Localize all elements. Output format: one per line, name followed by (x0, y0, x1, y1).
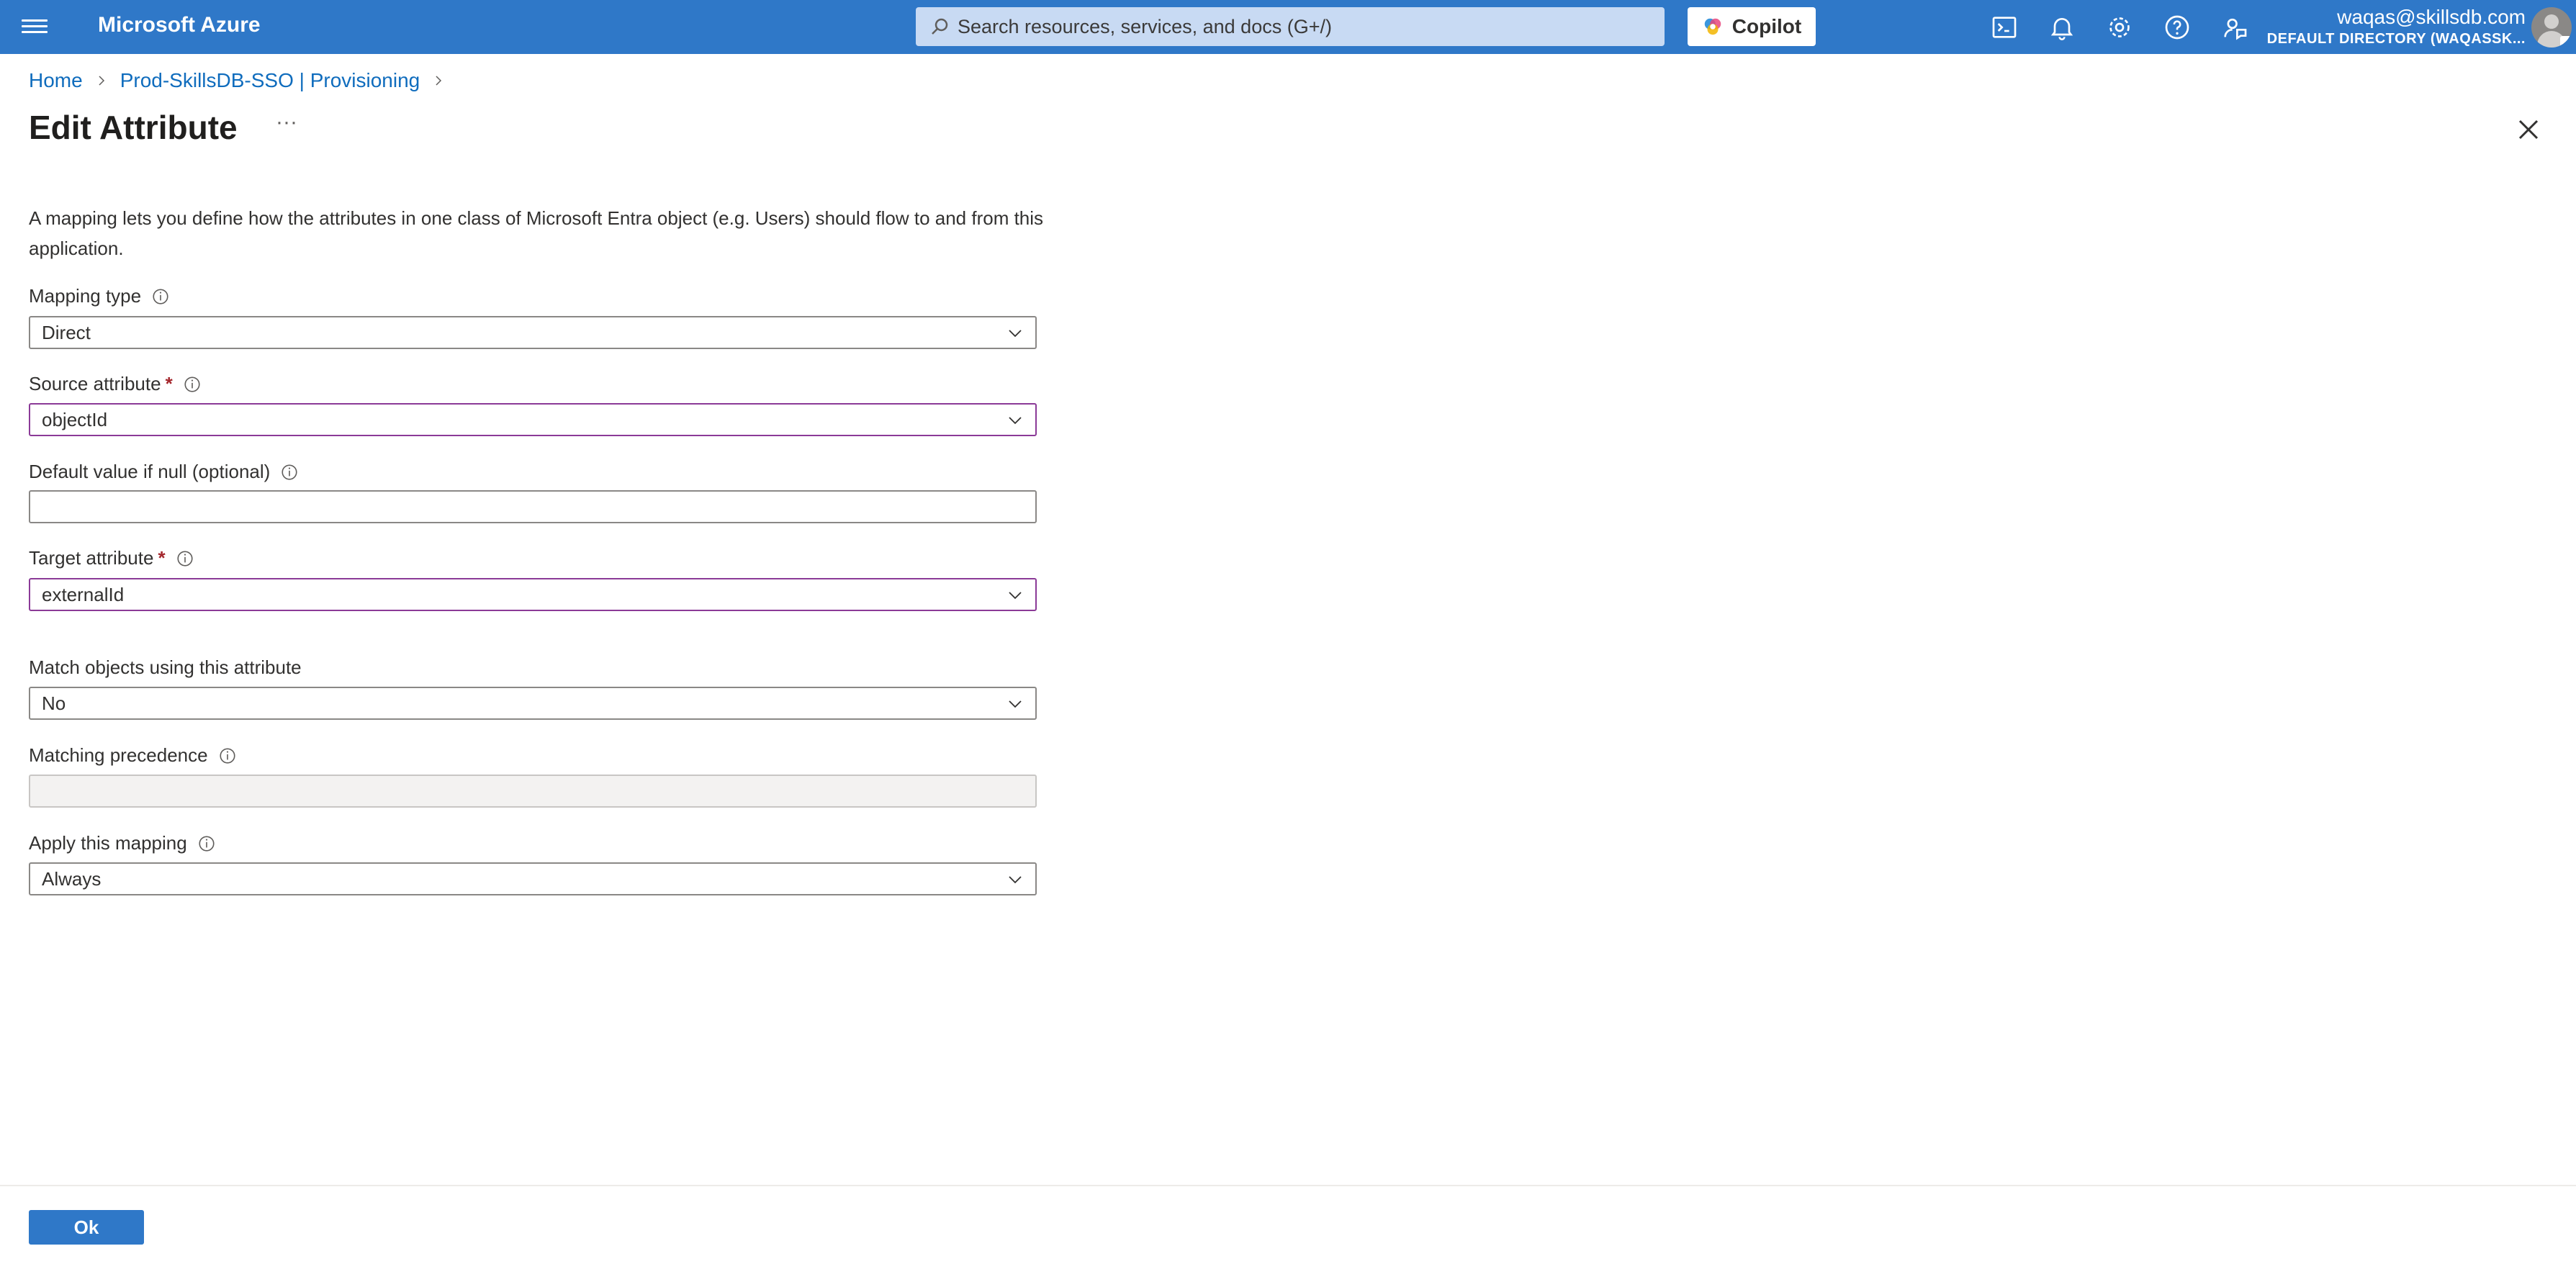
footer-divider (0, 1185, 2576, 1186)
close-icon[interactable] (2516, 117, 2541, 143)
chevron-down-icon (1009, 417, 1022, 425)
target-attribute-dropdown[interactable]: externalId (29, 578, 1037, 611)
chevron-right-icon (99, 76, 104, 86)
source-attribute-label-text: Source attribute (29, 373, 161, 394)
required-asterisk: * (158, 547, 166, 569)
target-attribute-value: externalId (42, 583, 125, 605)
match-objects-value: No (42, 692, 66, 714)
apply-mapping-value: Always (42, 867, 102, 890)
feedback-icon[interactable] (2220, 13, 2249, 42)
default-value-label: Default value if null (optional) (29, 461, 299, 483)
matching-precedence-input-box (29, 775, 1037, 808)
info-icon[interactable] (197, 834, 216, 853)
breadcrumb: Home Prod-SkillsDB-SSO | Provisioning (29, 66, 457, 95)
matching-precedence-label: Matching precedence (29, 744, 237, 767)
account-info[interactable]: waqas@skillsdb.com DEFAULT DIRECTORY (WA… (2267, 4, 2526, 48)
target-attribute-label: Target attribute * (29, 547, 194, 569)
source-attribute-dropdown[interactable]: objectId (29, 403, 1037, 436)
more-options-button[interactable]: ··· (272, 112, 301, 137)
avatar-head (2544, 14, 2559, 29)
settings-gear-icon[interactable] (2105, 13, 2134, 42)
mapping-description: A mapping lets you define how the attrib… (29, 207, 1044, 259)
user-directory: DEFAULT DIRECTORY (WAQASSK... (2266, 31, 2526, 47)
notifications-icon[interactable] (2048, 13, 2076, 42)
mapping-type-label: Mapping type (29, 285, 170, 307)
copilot-label: Copilot (1731, 15, 1802, 37)
ok-button[interactable]: Ok (29, 1210, 144, 1245)
target-attribute-label-text: Target attribute (29, 547, 154, 569)
mapping-type-dropdown[interactable]: Direct (29, 316, 1037, 349)
source-attribute-label: Source attribute * (29, 373, 202, 395)
search-icon (932, 18, 948, 35)
info-icon[interactable] (218, 746, 237, 765)
search-box[interactable] (916, 7, 1665, 46)
match-objects-label: Match objects using this attribute (29, 656, 302, 679)
info-icon[interactable] (183, 375, 202, 394)
top-bar: Microsoft Azure Copilot waqas@skillsdb.c… (0, 0, 2576, 54)
menu-icon[interactable] (22, 16, 48, 39)
chevron-down-icon (1009, 330, 1022, 338)
user-email: waqas@skillsdb.com (2337, 6, 2526, 28)
mapping-type-label-text: Mapping type (29, 285, 142, 307)
lock-icon (2560, 36, 2572, 48)
apply-mapping-label-text: Apply this mapping (29, 832, 187, 854)
avatar[interactable] (2531, 7, 2572, 48)
match-objects-dropdown[interactable]: No (29, 687, 1037, 720)
apply-mapping-dropdown[interactable]: Always (29, 862, 1037, 895)
copilot-button[interactable]: Copilot (1688, 7, 1816, 46)
chevron-right-icon (436, 76, 442, 86)
default-value-input-box[interactable] (29, 490, 1037, 523)
match-objects-label-text: Match objects using this attribute (29, 656, 302, 678)
default-value-label-text: Default value if null (optional) (29, 461, 271, 482)
source-attribute-value: objectId (42, 408, 108, 430)
chevron-down-icon (1009, 700, 1022, 708)
default-value-input[interactable] (42, 492, 1035, 522)
brand-title[interactable]: Microsoft Azure (98, 13, 261, 37)
breadcrumb-app[interactable]: Prod-SkillsDB-SSO | Provisioning (120, 69, 420, 92)
chevron-down-icon (1009, 592, 1022, 600)
copilot-icon (1704, 18, 1721, 35)
chevron-down-icon (1009, 876, 1022, 884)
search-input[interactable] (958, 7, 1649, 46)
apply-mapping-label: Apply this mapping (29, 832, 216, 854)
help-icon[interactable] (2163, 13, 2192, 42)
matching-precedence-label-text: Matching precedence (29, 744, 208, 766)
page-title: Edit Attribute (29, 109, 238, 146)
mapping-type-value: Direct (42, 321, 91, 343)
info-icon[interactable] (176, 549, 194, 568)
cloud-shell-icon[interactable] (1990, 13, 2019, 42)
matching-precedence-input (42, 776, 1035, 806)
breadcrumb-home[interactable]: Home (29, 69, 83, 92)
info-icon[interactable] (151, 287, 170, 306)
info-icon[interactable] (280, 463, 299, 482)
required-asterisk: * (165, 373, 173, 394)
